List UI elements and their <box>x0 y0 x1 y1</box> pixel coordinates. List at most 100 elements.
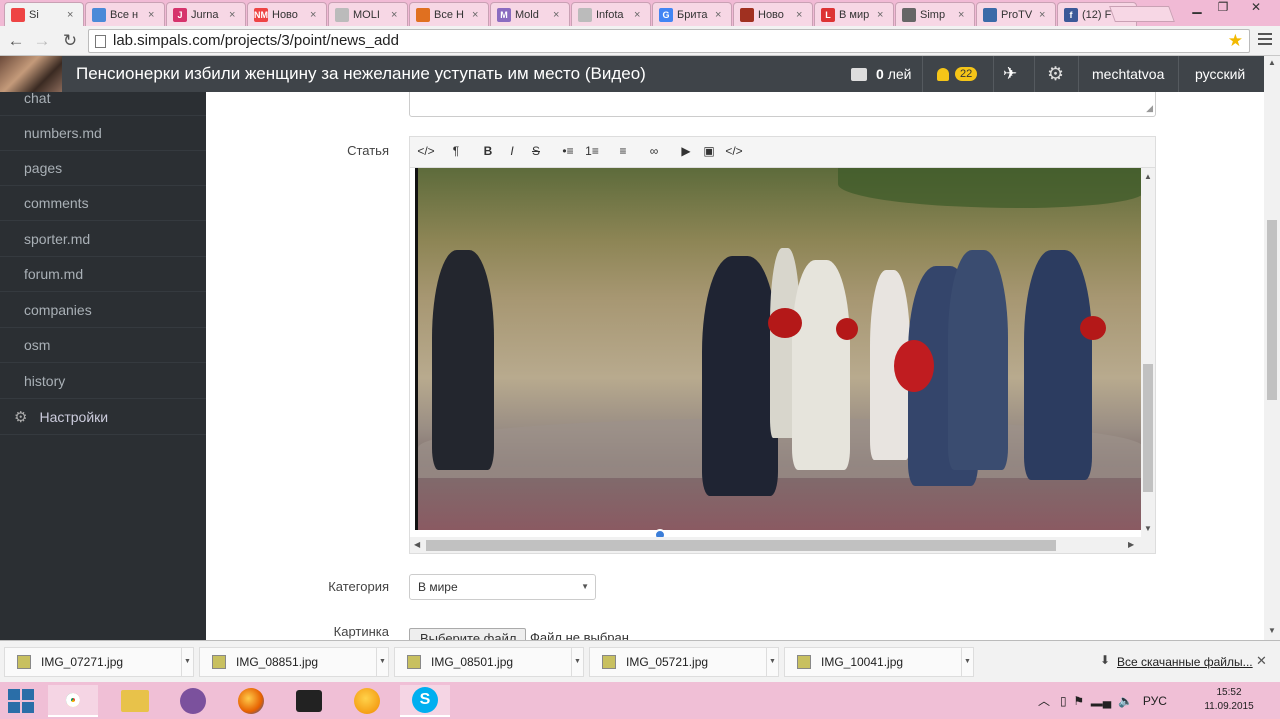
download-item[interactable]: IMG_07271.jpg ▼ <box>4 647 194 677</box>
sidebar-item-chat[interactable]: chat <box>0 81 206 116</box>
tab-close-icon[interactable]: × <box>715 9 727 21</box>
tab-close-icon[interactable]: × <box>796 9 808 21</box>
scrollbar-thumb[interactable] <box>426 540 1056 551</box>
all-downloads-link[interactable]: Все скачанные файлы... <box>1117 655 1253 669</box>
download-item[interactable]: IMG_08501.jpg ▼ <box>394 647 584 677</box>
tab-close-icon[interactable]: × <box>877 9 889 21</box>
tab-close-icon[interactable]: × <box>229 9 241 21</box>
chrome-menu-icon[interactable] <box>1258 33 1272 48</box>
sidebar-item-osm[interactable]: osm <box>0 328 206 363</box>
sidebar-item-pages[interactable]: pages <box>0 151 206 186</box>
file-explorer-taskbar-icon[interactable] <box>110 685 160 717</box>
minimize-icon[interactable]: ▁ <box>1184 0 1210 20</box>
bookmark-star-icon[interactable]: ★ <box>1228 31 1243 51</box>
html-source-icon[interactable]: </> <box>416 144 436 158</box>
camera-taskbar-icon[interactable] <box>284 685 334 717</box>
clock[interactable]: 15:52 11.09.2015 <box>1200 686 1258 714</box>
close-icon[interactable]: ✕ <box>1256 653 1267 669</box>
notifications-button[interactable]: 22 <box>937 56 978 92</box>
page-scrollbar[interactable]: ▲ ▼ <box>1264 56 1280 640</box>
bold-icon[interactable]: B <box>478 144 498 158</box>
paragraph-icon[interactable]: ¶ <box>446 144 466 158</box>
skype-taskbar-icon[interactable]: S <box>400 685 450 717</box>
back-icon[interactable]: ← <box>6 31 26 51</box>
sidebar-item-forum[interactable]: forum.md <box>0 257 206 292</box>
chevron-down-icon[interactable]: ▼ <box>181 648 193 676</box>
language-selector[interactable]: русский <box>1195 56 1245 92</box>
unordered-list-icon[interactable]: •≡ <box>558 144 578 158</box>
editor-content[interactable] <box>414 168 1152 541</box>
flag-icon[interactable]: ⚑ <box>1073 694 1084 708</box>
firefox-taskbar-icon[interactable] <box>226 685 276 717</box>
chevron-down-icon[interactable]: ▼ <box>376 648 388 676</box>
code-icon[interactable]: </> <box>724 144 744 158</box>
scrollbar-thumb[interactable] <box>1267 220 1277 400</box>
chat-taskbar-icon[interactable] <box>342 685 392 717</box>
settings-gear-icon[interactable]: ⚙ <box>1047 56 1064 92</box>
browser-tab[interactable]: M Mold × <box>490 2 570 26</box>
scroll-up-icon[interactable]: ▲ <box>1144 172 1152 181</box>
tab-close-icon[interactable]: × <box>553 9 565 21</box>
download-item[interactable]: IMG_08851.jpg ▼ <box>199 647 389 677</box>
username-menu[interactable]: mechtatvoa <box>1092 56 1164 92</box>
browser-tab[interactable]: Все Н × <box>409 2 489 26</box>
resize-grip-icon[interactable]: ◢ <box>1146 103 1153 114</box>
article-editor[interactable]: </> ¶ B I S •≡ 1≡ ≡ ∞ ▶ ▣ </> ▲ ▼ ◀ ▶ <box>409 136 1156 554</box>
scroll-down-icon[interactable]: ▼ <box>1268 626 1276 635</box>
lead-textarea[interactable]: ◢ <box>409 92 1156 117</box>
editor-vertical-scrollbar[interactable]: ▲ ▼ <box>1141 168 1155 537</box>
chevron-down-icon[interactable]: ▼ <box>571 648 583 676</box>
balance-button[interactable]: 0 лей <box>851 56 911 92</box>
browser-tab[interactable]: G Брита × <box>652 2 732 26</box>
download-item[interactable]: IMG_05721.jpg ▼ <box>589 647 779 677</box>
chrome-taskbar-icon[interactable] <box>48 685 98 717</box>
sidebar-item-settings[interactable]: ⚙ Настройки <box>0 400 206 435</box>
link-icon[interactable]: ∞ <box>644 144 664 158</box>
chevron-up-icon[interactable]: ︿ <box>1038 694 1050 708</box>
scroll-right-icon[interactable]: ▶ <box>1128 540 1134 549</box>
browser-tab[interactable]: Infota × <box>571 2 651 26</box>
tab-close-icon[interactable]: × <box>310 9 322 21</box>
download-item[interactable]: IMG_10041.jpg ▼ <box>784 647 974 677</box>
choose-file-button[interactable]: Выберите файл <box>409 628 526 640</box>
tab-close-icon[interactable]: × <box>634 9 646 21</box>
browser-tab[interactable]: L В мир × <box>814 2 894 26</box>
scrollbar-thumb[interactable] <box>1143 364 1153 492</box>
scroll-down-icon[interactable]: ▼ <box>1144 524 1152 533</box>
network-icon[interactable]: ▂▄ <box>1091 694 1112 708</box>
browser-tab[interactable]: Ново × <box>733 2 813 26</box>
reload-icon[interactable]: ↻ <box>60 31 80 51</box>
strikethrough-icon[interactable]: S <box>526 144 546 158</box>
scroll-up-icon[interactable]: ▲ <box>1268 58 1276 67</box>
tab-close-icon[interactable]: × <box>67 9 79 21</box>
sidebar-item-numbers[interactable]: numbers.md <box>0 116 206 151</box>
maximize-icon[interactable]: ❐ <box>1210 0 1236 20</box>
ordered-list-icon[interactable]: 1≡ <box>582 144 602 158</box>
browser-tab[interactable]: Simp × <box>895 2 975 26</box>
browser-tab[interactable]: Все н × <box>85 2 165 26</box>
browser-tab[interactable]: NM Ново × <box>247 2 327 26</box>
battery-icon[interactable]: ▯ <box>1060 694 1067 708</box>
browser-tab[interactable]: Si × <box>4 2 84 26</box>
browser-tab[interactable]: MOLI × <box>328 2 408 26</box>
tab-close-icon[interactable]: × <box>472 9 484 21</box>
video-icon[interactable]: ▶ <box>676 144 696 158</box>
address-bar[interactable]: lab.simpals.com/projects/3/point/news_ad… <box>88 29 1250 53</box>
browser-tab[interactable]: ProTV × <box>976 2 1056 26</box>
editor-horizontal-scrollbar[interactable]: ◀ ▶ <box>410 537 1155 553</box>
sidebar-item-comments[interactable]: comments <box>0 186 206 221</box>
close-window-icon[interactable]: ✕ <box>1236 0 1276 20</box>
viber-taskbar-icon[interactable] <box>168 685 218 717</box>
sidebar-item-companies[interactable]: companies <box>0 293 206 328</box>
italic-icon[interactable]: I <box>502 144 522 158</box>
rocket-icon[interactable]: ✈ <box>1003 56 1017 92</box>
sidebar-item-history[interactable]: history <box>0 364 206 399</box>
chevron-down-icon[interactable]: ▼ <box>961 648 973 676</box>
browser-tab[interactable]: J Jurna × <box>166 2 246 26</box>
tab-close-icon[interactable]: × <box>148 9 160 21</box>
tab-close-icon[interactable]: × <box>1039 9 1051 21</box>
url-text[interactable]: lab.simpals.com/projects/3/point/news_ad… <box>113 32 399 49</box>
category-select[interactable]: В мире ▼ <box>409 574 596 600</box>
align-icon[interactable]: ≡ <box>613 144 633 158</box>
language-indicator[interactable]: РУС <box>1143 694 1167 708</box>
